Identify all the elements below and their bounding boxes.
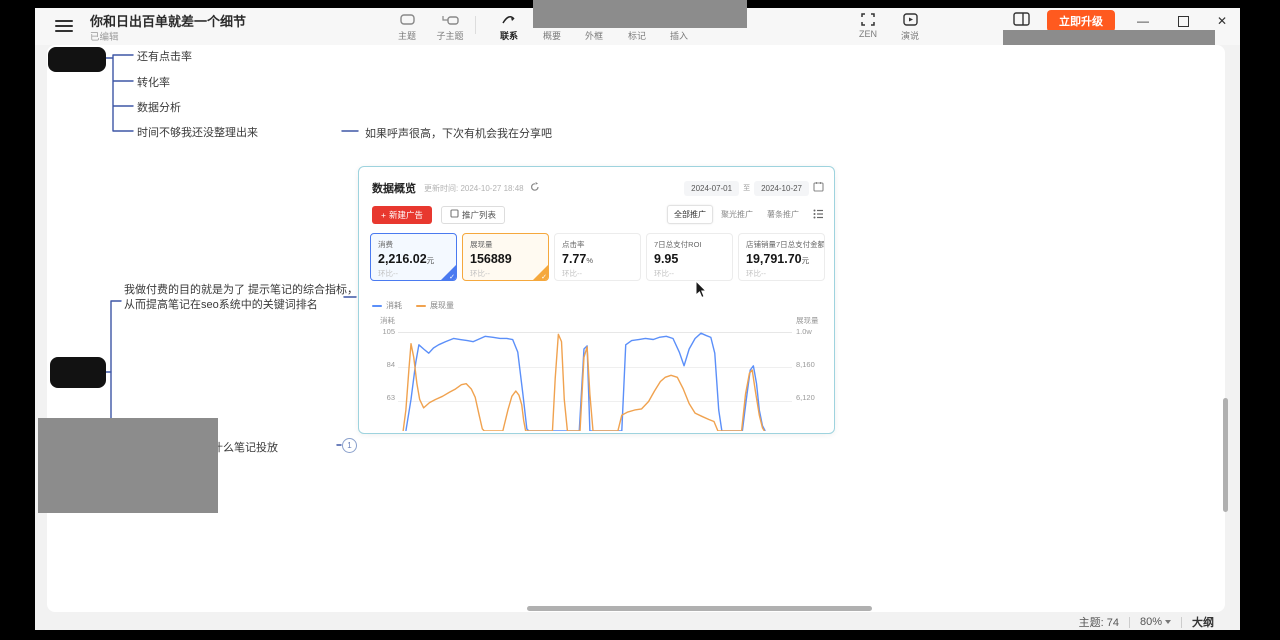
dashboard-updated-time: 更新时间: 2024-10-27 18:48 [424, 183, 524, 194]
outline-toggle[interactable]: 大纲 [1192, 614, 1214, 630]
date-separator: 至 [743, 183, 750, 193]
plus-icon: + [381, 210, 386, 220]
date-from-input[interactable]: 2024-07-01 [684, 181, 739, 196]
relationship-icon [487, 11, 531, 27]
topic-count: 主题: 74 [1079, 614, 1119, 630]
window-minimize-button[interactable]: — [1130, 10, 1156, 32]
date-to-input[interactable]: 2024-10-27 [754, 181, 809, 196]
tab-all-promotion[interactable]: 全部推广 [667, 205, 713, 224]
column-settings-icon[interactable] [813, 206, 824, 224]
legend-item-impressions[interactable]: 展现量 [416, 300, 454, 311]
dashboard-title: 数据概览 [372, 180, 416, 196]
toolbar-item-subtopic[interactable]: 子主题 [428, 11, 472, 42]
list-box-icon [450, 209, 459, 220]
toolbar-item-topic[interactable]: 主题 [385, 11, 429, 42]
new-ad-button[interactable]: +新建广告 [372, 206, 432, 224]
window-close-button[interactable]: ✕ [1209, 10, 1235, 32]
y-axis-left: 消耗 105 84 63 [372, 313, 398, 431]
refresh-icon[interactable] [530, 179, 540, 197]
redaction-box-bottom-left [38, 418, 218, 513]
check-icon: ✓ [541, 273, 547, 281]
metric-card-roi[interactable]: 7日总支付ROI 9.95 环比-- [646, 233, 733, 281]
mindmap-topic[interactable]: 转化率 [137, 74, 170, 90]
mindmap-note[interactable]: 如果呼声很高，下次有机会我在分享吧 [365, 125, 552, 141]
toolbar-item-relationship[interactable]: 联系 [487, 11, 531, 42]
sidebar-panel-icon[interactable] [1013, 12, 1030, 31]
metric-card-ctr[interactable]: 点击率 7.77% 环比-- [554, 233, 641, 281]
topic-number-badge[interactable]: 1 [342, 438, 357, 453]
metric-card-row: 消费 2,216.02元 环比-- ✓ 展现量 156889 环比-- ✓ 点击… [370, 233, 825, 281]
mindmap-topic-partial[interactable]: 什么笔记投放 [212, 439, 278, 455]
topic-icon [385, 11, 429, 27]
titlebar: 你和日出百单就差一个细节 已编辑 主题 子主题 联系 概要 外框 标记 插入 [35, 8, 1240, 45]
dashboard-image-card[interactable]: 数据概览 更新时间: 2024-10-27 18:48 2024-07-01 至… [358, 166, 835, 434]
y-axis-right: 展现量 1.0w 8,160 6,120 [792, 313, 826, 431]
tab-shutiao-promotion[interactable]: 薯条推广 [761, 206, 805, 223]
upgrade-button[interactable]: 立即升级 [1047, 10, 1115, 32]
date-range-picker[interactable]: 2024-07-01 至 2024-10-27 [684, 179, 824, 197]
statusbar-divider [1129, 617, 1130, 628]
tab-juguang-promotion[interactable]: 聚光推广 [715, 206, 759, 223]
trend-chart: 消耗 展现量 消耗 105 84 63 展现量 1.0w 8,160 6,120 [372, 299, 826, 431]
legend-item-spend[interactable]: 消耗 [372, 300, 402, 311]
subtopic-icon [428, 11, 472, 27]
metric-card-impressions[interactable]: 展现量 156889 环比-- ✓ [462, 233, 549, 281]
mindmap-node-redacted-1[interactable] [48, 47, 106, 72]
series-消耗 [406, 333, 765, 431]
zoom-level-control[interactable]: 80% [1140, 616, 1171, 628]
toolbar-divider [475, 16, 476, 34]
chart-legend: 消耗 展现量 [372, 299, 826, 312]
mindmap-topic[interactable]: 数据分析 [137, 99, 181, 115]
metric-card-payment-amount[interactable]: 店铺销量7日总支付金额 19,791.70元 环比-- [738, 233, 825, 281]
chart-plot-area [398, 329, 792, 431]
mindmap-topic[interactable]: 还有点击率 [137, 48, 192, 64]
presentation-play-icon [888, 11, 932, 27]
mindmap-topic[interactable]: 时间不够我还没整理出来 [137, 124, 258, 140]
window-maximize-button[interactable] [1170, 10, 1196, 32]
check-icon: ✓ [449, 273, 455, 281]
document-edit-status: 已编辑 [90, 29, 119, 43]
zen-mode-icon [846, 11, 890, 27]
calendar-icon[interactable] [813, 179, 824, 197]
promotion-filter-tabs: 全部推广 聚光推广 薯条推广 [667, 205, 805, 224]
promo-list-button[interactable]: 推广列表 [441, 206, 505, 224]
statusbar: 主题: 74 80% 大纲 [35, 614, 1240, 630]
statusbar-divider [1181, 617, 1182, 628]
metric-card-spend[interactable]: 消费 2,216.02元 环比-- ✓ [370, 233, 457, 281]
document-title: 你和日出百单就差一个细节 [90, 11, 246, 30]
mindmap-topic-paid-purpose[interactable]: 我做付费的目的就是为了 提示笔记的综合指标， 从而提高笔记在seo系统中的关键词… [124, 283, 358, 313]
toolbar-item-zen[interactable]: ZEN [846, 11, 890, 39]
toolbar-item-present[interactable]: 演说 [888, 11, 932, 42]
chevron-down-icon [1165, 620, 1171, 624]
mindmap-node-redacted-2[interactable] [50, 357, 106, 388]
redaction-box-toolbar [533, 0, 747, 28]
trend-lines [398, 329, 792, 431]
menu-hamburger-icon[interactable] [55, 17, 73, 31]
horizontal-scrollbar[interactable] [527, 606, 872, 611]
vertical-scrollbar[interactable] [1223, 398, 1228, 512]
